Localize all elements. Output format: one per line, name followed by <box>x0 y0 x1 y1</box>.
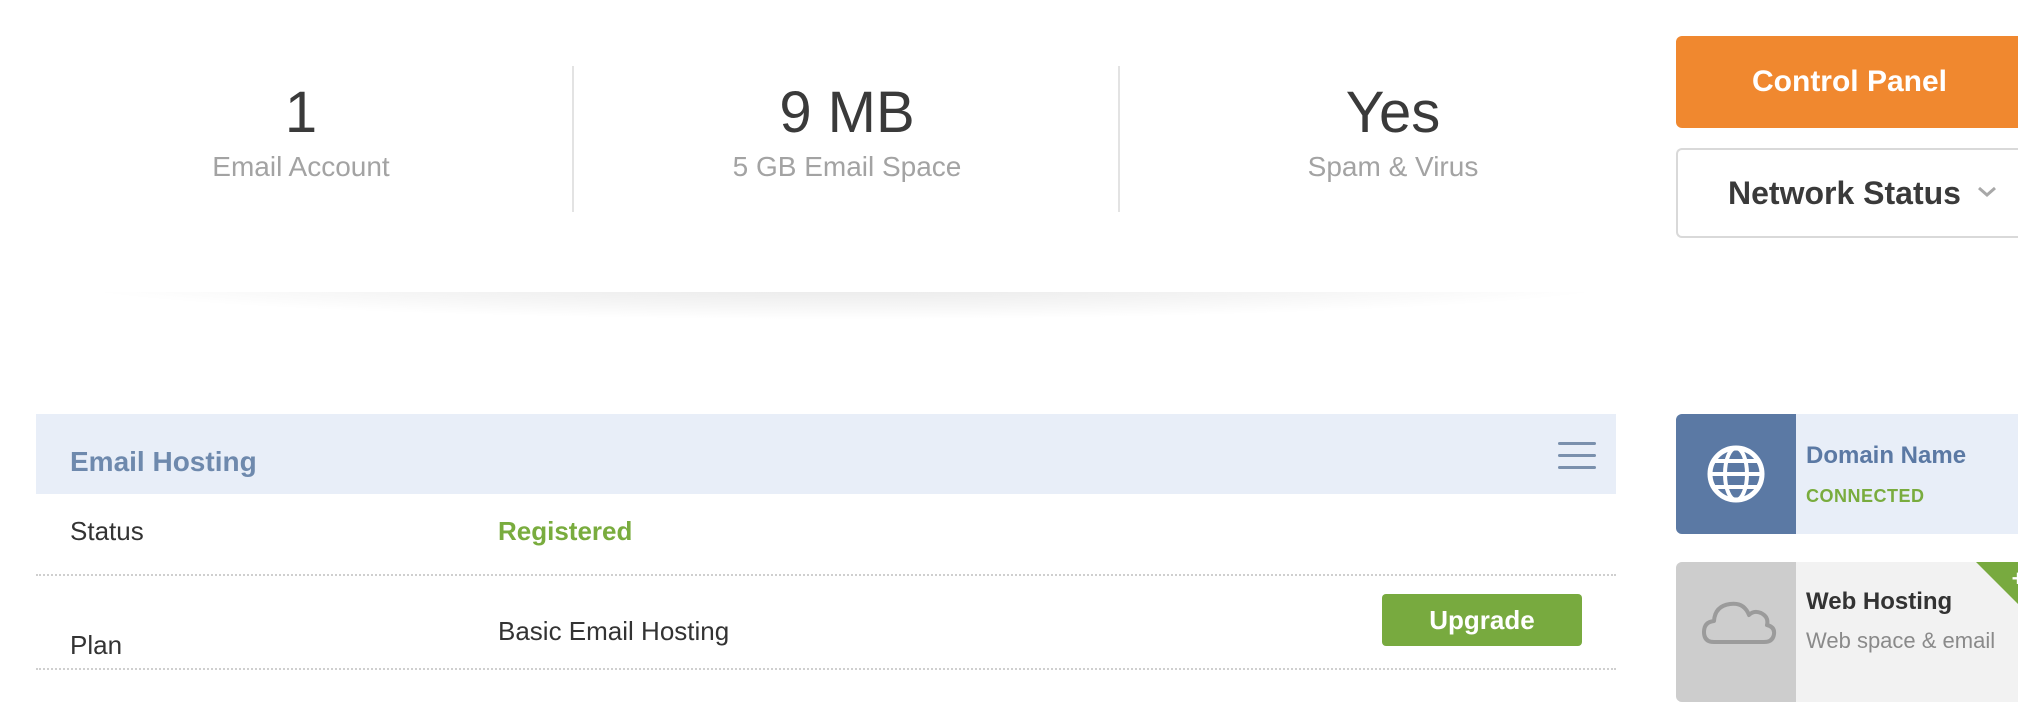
panel-header: Email Hosting <box>36 414 1616 494</box>
cloud-icon <box>1702 601 1777 644</box>
stat-value: Yes <box>1345 80 1441 145</box>
stat-value: 9 MB <box>779 80 915 145</box>
web-icon-box <box>1676 562 1796 702</box>
upgrade-button[interactable]: Upgrade <box>1382 594 1582 646</box>
chevron-down-icon <box>1978 186 1996 197</box>
card-title: Domain Name <box>1806 442 1967 469</box>
stat-label: Email Account <box>212 151 390 182</box>
panel-title: Email Hosting <box>70 446 257 477</box>
stat-email-space: 9 MB 5 GB Email Space <box>574 0 1120 292</box>
network-status-label: Network Status <box>1728 175 1961 211</box>
globe-icon <box>1707 445 1765 503</box>
stats-overview: 1 Email Account 9 MB 5 GB Email Space Ye… <box>28 0 1656 292</box>
row-key: Plan <box>70 630 123 660</box>
status-value: Registered <box>498 516 633 546</box>
stat-value: 1 <box>284 80 318 145</box>
domain-name-card[interactable]: Domain Name CONNECTED <box>1676 414 2018 534</box>
domain-icon-box <box>1676 414 1796 534</box>
stat-email-accounts: 1 Email Account <box>28 0 574 292</box>
network-status-button[interactable]: Network Status <box>1676 148 2018 238</box>
plan-row: Plan Basic Email Hosting Upgrade <box>36 576 1616 670</box>
web-hosting-card[interactable]: Web Hosting Web space & email + <box>1676 562 2018 702</box>
add-badge-text: + <box>2012 566 2018 591</box>
stat-label: 5 GB Email Space <box>732 151 962 182</box>
control-panel-label: Control Panel <box>1752 65 1948 98</box>
connection-status: CONNECTED <box>1806 486 1925 506</box>
control-panel-button[interactable]: Control Panel <box>1676 36 2018 128</box>
hamburger-menu-icon[interactable] <box>1558 442 1596 470</box>
card-subtitle: Web space & email <box>1806 628 1996 653</box>
card-title: Web Hosting <box>1806 588 1953 615</box>
stat-label: Spam & Virus <box>1307 151 1479 182</box>
stat-spam-virus: Yes Spam & Virus <box>1120 0 1666 292</box>
status-row: Status Registered <box>36 494 1616 576</box>
row-key: Status <box>70 516 144 546</box>
add-icon[interactable]: + <box>1976 562 2018 622</box>
email-hosting-panel: Email Hosting Status Registered Plan Bas… <box>36 414 1616 670</box>
plan-value: Basic Email Hosting <box>498 616 730 646</box>
